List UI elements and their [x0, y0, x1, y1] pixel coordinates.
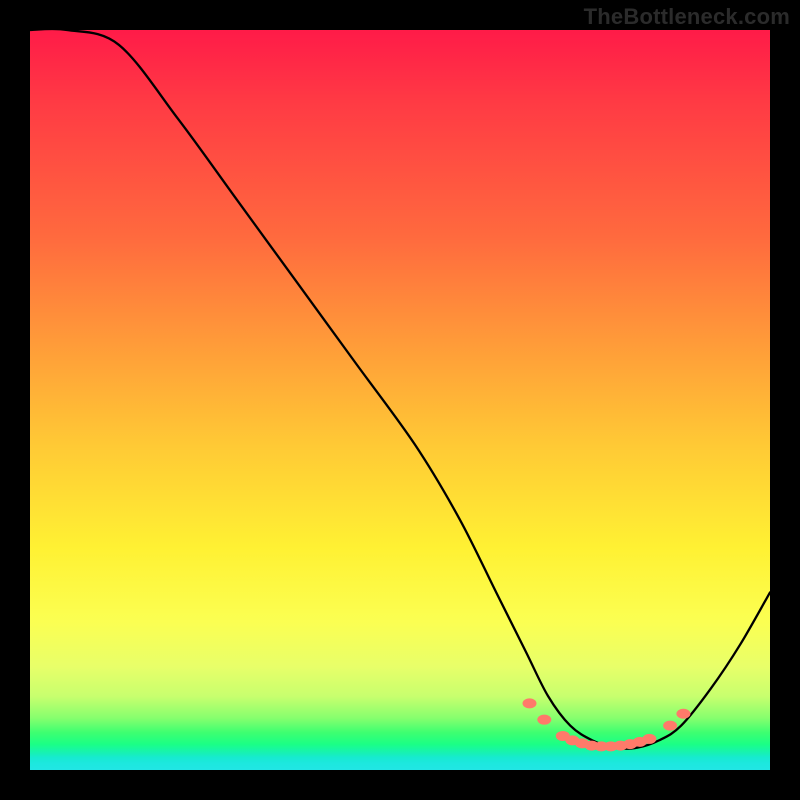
highlight-dot — [663, 721, 677, 731]
highlight-dots — [523, 698, 691, 751]
highlight-dot — [523, 698, 537, 708]
highlight-dot — [642, 734, 656, 744]
highlight-dot — [537, 715, 551, 725]
plot-area — [30, 30, 770, 770]
chart-frame: TheBottleneck.com — [0, 0, 800, 800]
highlight-dot — [676, 709, 690, 719]
curve-layer — [30, 30, 770, 770]
bottleneck-curve — [30, 30, 770, 749]
watermark-text: TheBottleneck.com — [584, 4, 790, 30]
